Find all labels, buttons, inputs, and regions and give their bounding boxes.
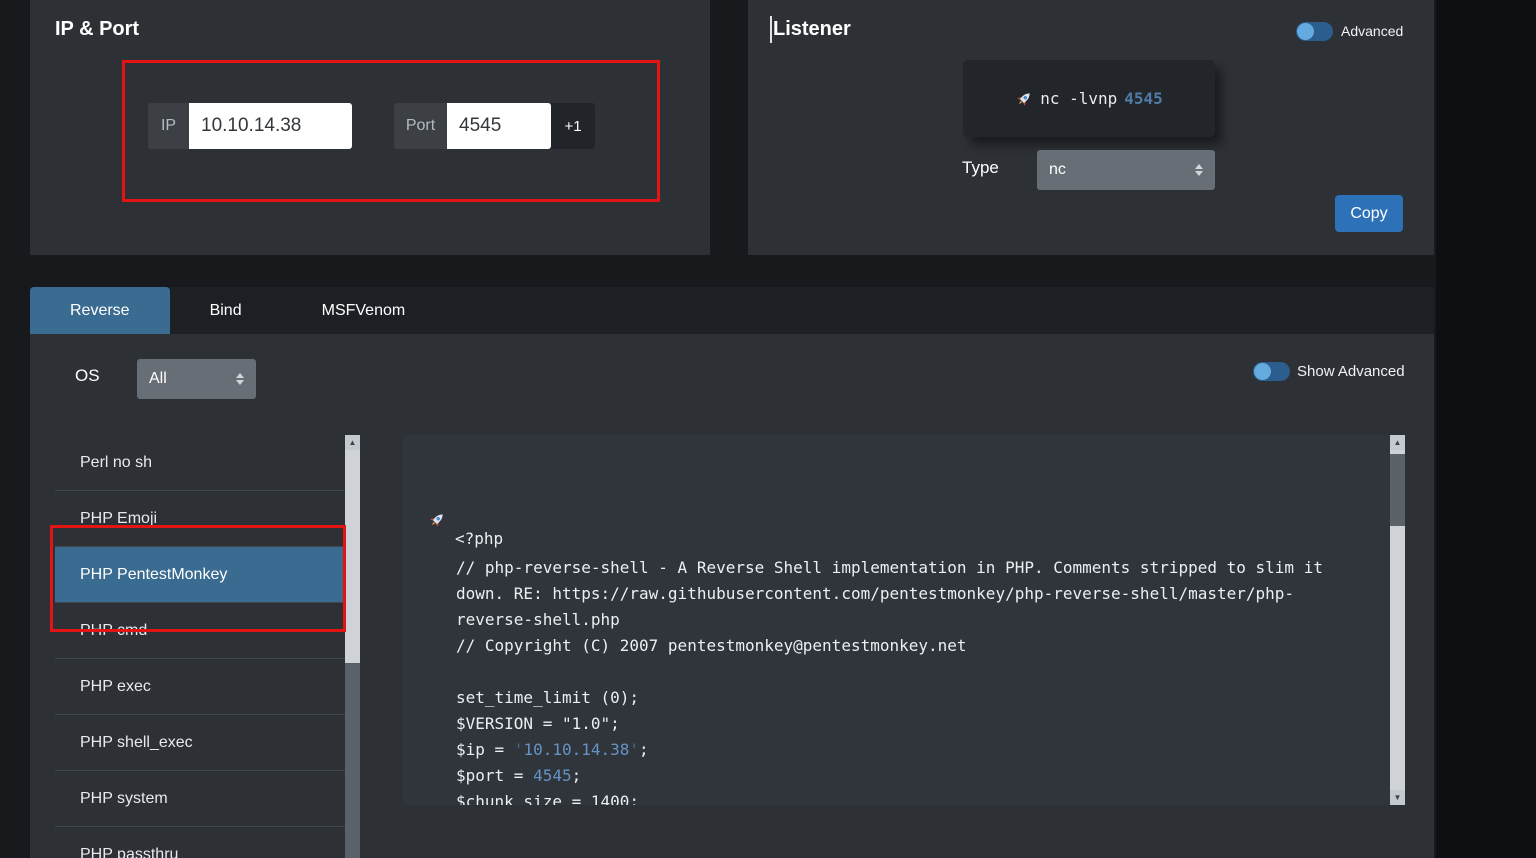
- show-advanced-toggle[interactable]: [1253, 362, 1290, 381]
- port-increment-button[interactable]: +1: [551, 103, 595, 149]
- code-line: $port = 4545;: [456, 763, 1342, 789]
- show-advanced-label: Show Advanced: [1297, 363, 1405, 380]
- advanced-toggle-label: Advanced: [1341, 23, 1403, 39]
- advanced-toggle[interactable]: [1296, 22, 1333, 41]
- code-panel: <?php// php-reverse-shell - A Reverse Sh…: [403, 435, 1390, 805]
- code-line: set_time_limit (0);: [456, 685, 1342, 711]
- scrollbar-thumb[interactable]: [345, 663, 360, 858]
- code-line: $chunk_size = 1400;: [456, 789, 1342, 805]
- code-line: // php-reverse-shell - A Reverse Shell i…: [456, 555, 1342, 633]
- list-item[interactable]: Perl no sh: [55, 435, 345, 491]
- toggle-knob: [1297, 23, 1314, 40]
- tab-reverse[interactable]: Reverse: [30, 287, 170, 334]
- sort-arrows-icon: [236, 373, 244, 385]
- scrollbar-thumb[interactable]: [1390, 454, 1405, 526]
- list-scrollbar[interactable]: ▲: [345, 435, 360, 858]
- copy-button[interactable]: Copy: [1335, 195, 1403, 232]
- tab-bar: ReverseBindMSFVenom: [30, 287, 1434, 334]
- list-item[interactable]: PHP passthru: [55, 827, 345, 858]
- listener-command-port: 4545: [1124, 89, 1163, 108]
- page-right-margin: [1436, 0, 1536, 858]
- list-item[interactable]: PHP Emoji: [55, 491, 345, 547]
- scroll-up-button[interactable]: ▲: [1390, 435, 1405, 450]
- tab-bind[interactable]: Bind: [170, 287, 282, 334]
- code-line: [456, 659, 1342, 685]
- port-label: Port: [394, 103, 447, 149]
- code-line: // Copyright (C) 2007 pentestmonkey@pent…: [456, 633, 1342, 659]
- scroll-down-button[interactable]: ▼: [1390, 790, 1405, 805]
- scroll-up-button[interactable]: ▲: [345, 435, 360, 450]
- listener-type-label: Type: [962, 158, 999, 178]
- list-item[interactable]: PHP exec: [55, 659, 345, 715]
- code-scrollbar[interactable]: ▲ ▼: [1390, 435, 1405, 805]
- tab-msfvenom[interactable]: MSFVenom: [282, 287, 446, 334]
- port-input[interactable]: [447, 103, 551, 149]
- ip-port-title: IP & Port: [55, 18, 139, 41]
- code-line: <?php: [456, 459, 1342, 555]
- listener-title: Listener: [773, 18, 851, 41]
- toggle-knob: [1254, 363, 1271, 380]
- list-item[interactable]: PHP shell_exec: [55, 715, 345, 771]
- list-item[interactable]: PHP PentestMonkey: [55, 547, 345, 603]
- os-select-value: All: [149, 370, 167, 388]
- listener-type-value: nc: [1049, 161, 1066, 179]
- ip-port-panel: IP & Port IP Port +1: [30, 0, 710, 255]
- payload-main-panel: OS All Show Advanced Perl no shPHP Emoji…: [30, 334, 1434, 858]
- ip-label: IP: [148, 103, 189, 149]
- listener-command-box: nc -lvnp 4545: [963, 60, 1215, 137]
- os-select[interactable]: All: [137, 359, 256, 399]
- ip-input[interactable]: [189, 103, 352, 149]
- code-line: $VERSION = "1.0";: [456, 711, 1342, 737]
- listener-panel: Listener Advanced nc -lvnp 4545 Type nc …: [748, 0, 1434, 255]
- listener-command-text: nc -lvnp: [1040, 89, 1117, 108]
- code-line: $ip = '10.10.14.38';: [456, 737, 1342, 763]
- os-label: OS: [75, 366, 100, 386]
- payload-list: Perl no shPHP EmojiPHP PentestMonkeyPHP …: [55, 435, 345, 858]
- text-cursor: [770, 16, 772, 43]
- sort-arrows-icon: [1195, 164, 1203, 176]
- rocket-icon: [428, 459, 450, 555]
- rocket-icon: [1015, 90, 1033, 108]
- list-item[interactable]: PHP system: [55, 771, 345, 827]
- list-item[interactable]: PHP cmd: [55, 603, 345, 659]
- listener-type-select[interactable]: nc: [1037, 150, 1215, 190]
